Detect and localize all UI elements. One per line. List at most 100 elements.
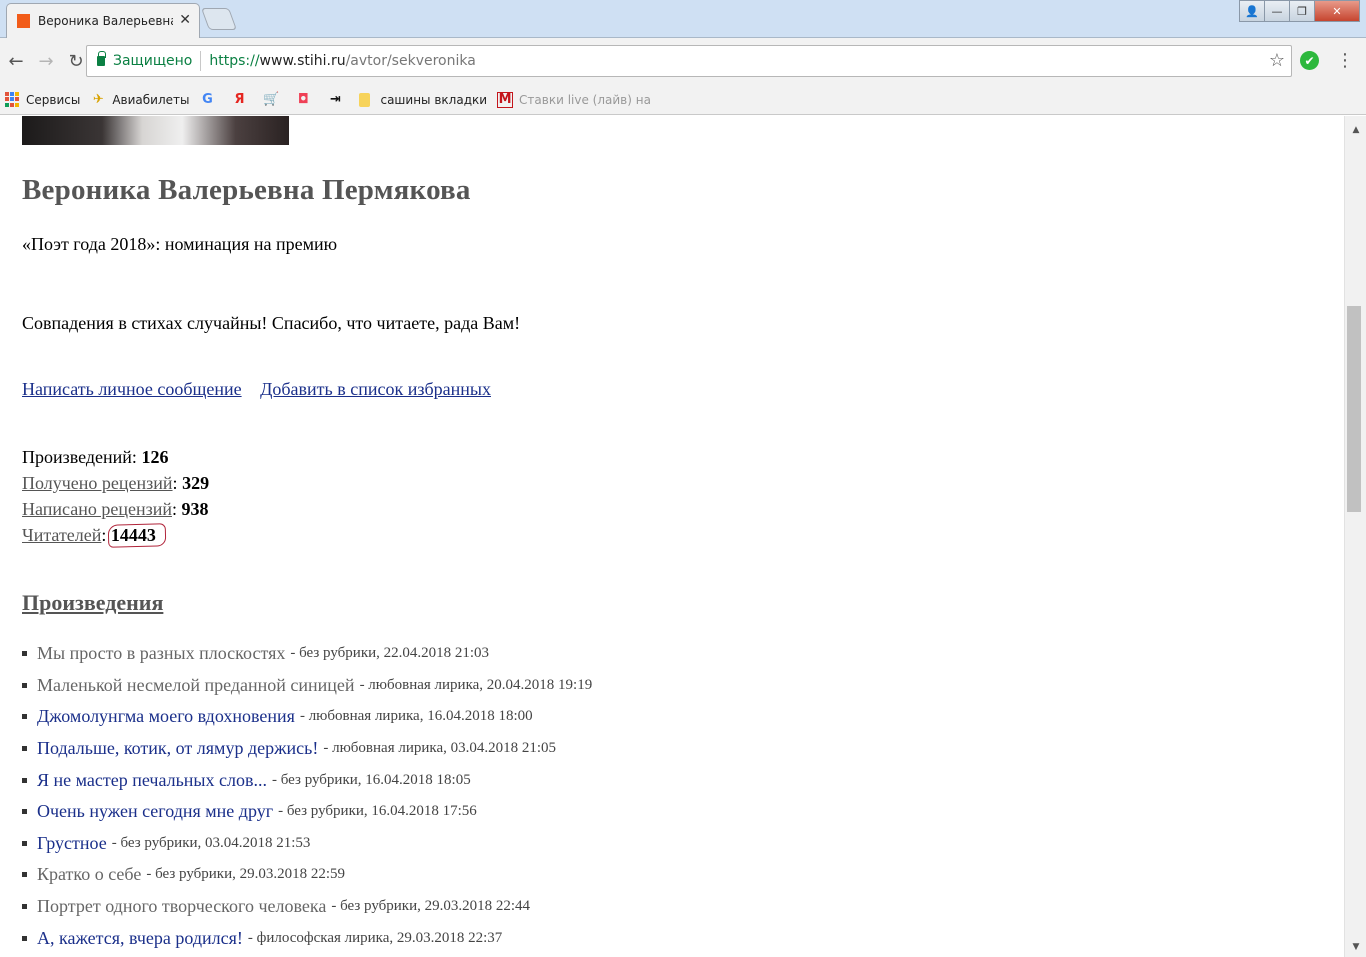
pocket-icon: ◘ [298, 92, 309, 107]
close-window-button[interactable]: ✕ [1314, 0, 1360, 22]
apps-grid-icon [4, 91, 20, 108]
profile-actions: Написать личное сообщение Добавить в спи… [22, 379, 505, 400]
stihi-favicon-icon [17, 14, 30, 28]
address-bar[interactable]: Защищено https:// www.stihi.ru /avtor/se… [86, 45, 1292, 77]
work-title-link[interactable]: Маленькой несмелой преданной синицей [37, 675, 355, 696]
google-icon: G [202, 92, 213, 107]
omnibox-divider [200, 51, 202, 71]
award-nomination: «Поэт года 2018»: номинация на премию [22, 234, 338, 254]
bookmark-star-icon[interactable]: ☆ [1269, 50, 1285, 71]
page-scrollbar[interactable]: ▲ ▼ [1344, 116, 1366, 957]
stat-colon: : [171, 499, 177, 519]
new-tab-button[interactable] [200, 8, 238, 30]
scroll-thumb[interactable] [1347, 306, 1361, 512]
bookmark-flights[interactable]: ✈ Авиабилеты [90, 92, 190, 108]
author-name: Вероника Валерьевна Пермякова [22, 174, 471, 206]
work-title-link[interactable]: Я не мастер печальных слов... [37, 770, 267, 791]
work-meta: - без рубрики, 16.04.2018 18:05 [272, 771, 471, 788]
stat-readers: Читателей: 14443 [22, 522, 209, 548]
browser-tab[interactable]: Вероника Валерьевна П ✕ [6, 3, 200, 38]
work-title-link[interactable]: Джомолунгма моего вдохновения [37, 706, 295, 727]
bookmark-services[interactable]: Сервисы [4, 91, 81, 108]
list-item: Кратко о себе - без рубрики, 29.03.2018 2… [22, 859, 592, 891]
stat-value: 126 [141, 447, 169, 467]
forward-icon[interactable]: → [32, 48, 60, 76]
bullet-icon [22, 904, 27, 910]
minimize-button[interactable]: — [1264, 0, 1290, 22]
received-reviews-link[interactable]: Получено рецензий [22, 473, 173, 493]
yandex-icon: Я [234, 92, 245, 107]
bookmark-yandex[interactable]: Я [231, 92, 253, 108]
url-scheme[interactable]: https:// [209, 53, 259, 69]
bullet-icon [22, 872, 27, 878]
exit-icon: ⇥ [330, 92, 341, 107]
author-stats: Произведений: 126 Получено рецензий: 329… [22, 444, 209, 548]
list-item: Я не мастер печальных слов... - без рубри… [22, 764, 592, 796]
work-meta: - любовная лирика, 03.04.2018 21:05 [323, 740, 557, 757]
stat-value: 329 [182, 473, 210, 493]
add-to-favorites-link[interactable]: Добавить в список избранных [260, 379, 491, 399]
stat-works: Произведений: 126 [22, 444, 209, 470]
url-path[interactable]: /avtor/sekveronika [346, 53, 476, 69]
page-viewport: Вероника Валерьевна Пермякова «Поэт года… [0, 116, 1344, 957]
bullet-icon [22, 809, 27, 815]
stat-written-reviews: Написано рецензий: 938 [22, 496, 209, 522]
work-title-link[interactable]: Портрет одного творческого человека [37, 896, 326, 917]
readers-link[interactable]: Читателей [22, 525, 101, 545]
works-list: Мы просто в разных плоскостях - без рубри… [22, 638, 592, 954]
author-photo [22, 116, 289, 145]
work-title-link[interactable]: Кратко о себе [37, 864, 141, 885]
back-icon[interactable]: ← [2, 48, 30, 76]
m-icon: M [497, 91, 514, 108]
stat-colon: : [101, 525, 107, 545]
url-host[interactable]: www.stihi.ru [260, 53, 346, 69]
bullet-icon [22, 935, 27, 941]
lock-icon[interactable] [97, 51, 106, 66]
list-item: Портрет одного творческого человека - без… [22, 891, 592, 923]
list-item: Очень нужен сегодня мне друг - без рубрик… [22, 796, 592, 828]
work-title-link[interactable]: Очень нужен сегодня мне друг [37, 801, 273, 822]
bookmark-exit[interactable]: ⇥ [327, 92, 349, 108]
work-meta: - без рубрики, 29.03.2018 22:44 [331, 898, 531, 915]
secure-label[interactable]: Защищено [113, 53, 192, 69]
bookmark-bets[interactable]: M Ставки live (лайв) на [497, 91, 651, 108]
written-reviews-link[interactable]: Написано рецензий [22, 499, 172, 519]
tab-close-icon[interactable]: ✕ [179, 12, 191, 28]
list-item: Мы просто в разных плоскостях - без рубри… [22, 638, 592, 670]
bookmark-google[interactable]: G [199, 92, 221, 108]
bookmark-label: Ставки live (лайв) на [519, 92, 651, 107]
bookmark-label: сашины вкладки [380, 92, 488, 107]
bookmark-folder-sasha[interactable]: сашины вкладки [359, 92, 488, 107]
bookmark-label: Сервисы [26, 92, 81, 107]
work-title-link[interactable]: Мы просто в разных плоскостях [37, 643, 285, 664]
readers-value-circled: 14443 [111, 522, 156, 548]
work-title-link[interactable]: А, кажется, вчера родился! [37, 928, 243, 949]
scroll-up-icon[interactable]: ▲ [1345, 122, 1366, 138]
stat-colon: : [172, 473, 178, 493]
bookmarks-bar: Сервисы ✈ Авиабилеты G Я 🛒 ◘ ⇥ сашины вк… [0, 85, 1366, 115]
bookmark-pocket[interactable]: ◘ [295, 92, 317, 108]
tab-title: Вероника Валерьевна П [38, 14, 173, 28]
tab-strip: Вероника Валерьевна П ✕ 👤 — ❐ ✕ [0, 0, 1366, 38]
bookmark-cart[interactable]: 🛒 [263, 92, 285, 108]
list-item: Джомолунгма моего вдохновения - любовная … [22, 701, 592, 733]
list-item: А, кажется, вчера родился! - философская … [22, 922, 592, 954]
work-meta: - без рубрики, 16.04.2018 17:56 [278, 803, 477, 820]
work-meta: - любовная лирика, 16.04.2018 18:00 [299, 708, 533, 725]
send-message-link[interactable]: Написать личное сообщение [22, 379, 242, 399]
browser-toolbar: ← → ↻ Защищено https:// www.stihi.ru /av… [0, 38, 1366, 85]
bullet-icon [22, 682, 27, 688]
bullet-icon [22, 651, 27, 657]
bookmark-label: Авиабилеты [112, 92, 190, 107]
restore-button[interactable]: ❐ [1289, 0, 1315, 22]
work-meta: - без рубрики, 03.04.2018 21:53 [111, 834, 311, 851]
extension-check-icon[interactable]: ✔ [1300, 51, 1319, 70]
work-title-link[interactable]: Грустное [37, 833, 107, 854]
scroll-down-icon[interactable]: ▼ [1345, 939, 1366, 955]
work-title-link[interactable]: Подальше, котик, от лямур держись! [37, 738, 318, 759]
work-meta: - любовная лирика, 20.04.2018 19:19 [359, 676, 593, 693]
bullet-icon [22, 777, 27, 783]
works-section-title[interactable]: Произведения [22, 590, 163, 616]
browser-menu-icon[interactable]: ⋮ [1336, 50, 1354, 71]
profile-icon[interactable]: 👤 [1239, 0, 1265, 22]
